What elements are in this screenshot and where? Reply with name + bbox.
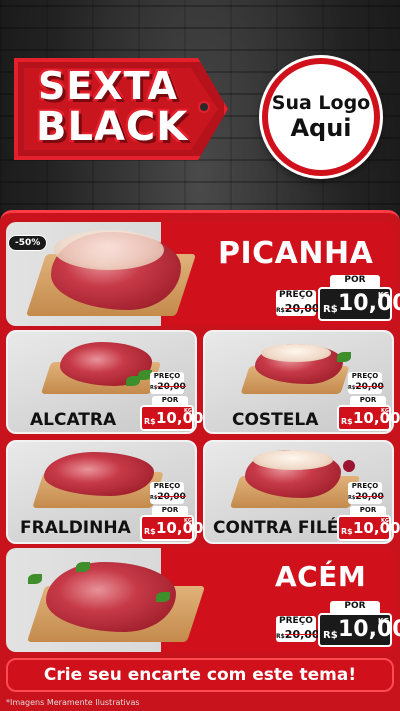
fat-layer — [54, 230, 164, 270]
herb-garnish — [76, 562, 90, 572]
old-price-value: 20,00 — [284, 302, 320, 315]
currency: R$ — [144, 417, 156, 426]
old-price-value: 20,00 — [157, 492, 186, 502]
unit: KG — [381, 408, 389, 414]
old-price: R$20,00 — [150, 382, 186, 394]
cta-banner[interactable]: Crie seu encarte com este tema! — [6, 658, 394, 692]
herb-garnish — [337, 352, 351, 362]
unit: KG — [381, 518, 389, 524]
por-label: POR — [152, 396, 188, 405]
preco-label: PREÇO — [348, 372, 382, 382]
por-label: POR — [350, 396, 386, 405]
old-price: R$20,00 — [276, 302, 320, 316]
new-price-box: R$ 10,00 KG — [140, 515, 203, 541]
new-price-value: 10,00 — [156, 409, 204, 427]
title-sexta: SEXTA — [38, 64, 179, 108]
old-price-value: 20,00 — [157, 382, 186, 392]
old-price: R$20,00 — [348, 382, 384, 394]
unit: KG — [378, 617, 390, 625]
new-price-value: 10,00 — [353, 409, 400, 427]
logo-text-line1: Sua Logo — [271, 92, 371, 114]
herb-garnish — [28, 574, 42, 584]
footnote: *Imagens Meramente Ilustrativas — [6, 698, 140, 707]
new-price-value: 10,00 — [156, 519, 204, 537]
new-price-box: R$ 10,00 KG — [337, 405, 400, 431]
unit: KG — [378, 291, 390, 299]
currency: R$ — [323, 304, 338, 315]
title-black: BLACK — [36, 104, 189, 150]
currency: R$ — [341, 417, 353, 426]
product-name: CONTRA FILÉ — [213, 518, 339, 538]
product-name: PICANHA — [218, 236, 374, 271]
preco-label: PREÇO — [276, 616, 316, 628]
currency: R$ — [323, 630, 338, 641]
logo-placeholder[interactable]: Sua Logo Aqui — [262, 58, 380, 176]
unit: KG — [184, 518, 192, 524]
new-price-value: 10,00 — [353, 519, 400, 537]
old-price-value: 20,00 — [355, 492, 384, 502]
product-name: COSTELA — [232, 410, 319, 430]
old-price-prefix: R$ — [276, 633, 285, 640]
preco-label: PREÇO — [150, 372, 184, 382]
old-price: R$20,00 — [348, 492, 384, 504]
tag-hole — [198, 101, 210, 113]
old-price-value: 20,00 — [284, 628, 320, 641]
currency: R$ — [341, 527, 353, 536]
logo-text-line2: Aqui — [290, 114, 352, 142]
por-label: POR — [330, 601, 380, 613]
por-label: POR — [350, 506, 386, 515]
new-price-value: 10,00 — [338, 291, 400, 316]
fat-layer — [261, 344, 331, 362]
old-price-prefix: R$ — [276, 307, 285, 314]
old-price-value: 20,00 — [355, 382, 384, 392]
new-price-box: R$ 10,00 KG — [318, 287, 400, 321]
currency: R$ — [144, 527, 156, 536]
por-label: POR — [152, 506, 188, 515]
product-name: FRALDINHA — [20, 518, 131, 538]
new-price-box: R$ 10,00 KG — [318, 613, 400, 647]
por-label: POR — [330, 275, 380, 287]
product-name: ACÉM — [275, 560, 367, 593]
old-price: R$20,00 — [276, 628, 320, 642]
meat-image — [44, 452, 154, 496]
herb-garnish — [156, 592, 170, 602]
fat-layer — [253, 450, 333, 470]
preco-label: PREÇO — [150, 482, 184, 492]
new-price-box: R$ 10,00 KG — [337, 515, 400, 541]
preco-label: PREÇO — [276, 290, 316, 302]
new-price-box: R$ 10,00 KG — [140, 405, 203, 431]
old-price: R$20,00 — [150, 492, 186, 504]
preco-label: PREÇO — [348, 482, 382, 492]
unit: KG — [184, 408, 192, 414]
new-price-value: 10,00 — [338, 617, 400, 642]
discount-badge: -50% — [8, 235, 48, 251]
product-name: ALCATRA — [30, 410, 117, 430]
herb-garnish — [343, 460, 355, 472]
